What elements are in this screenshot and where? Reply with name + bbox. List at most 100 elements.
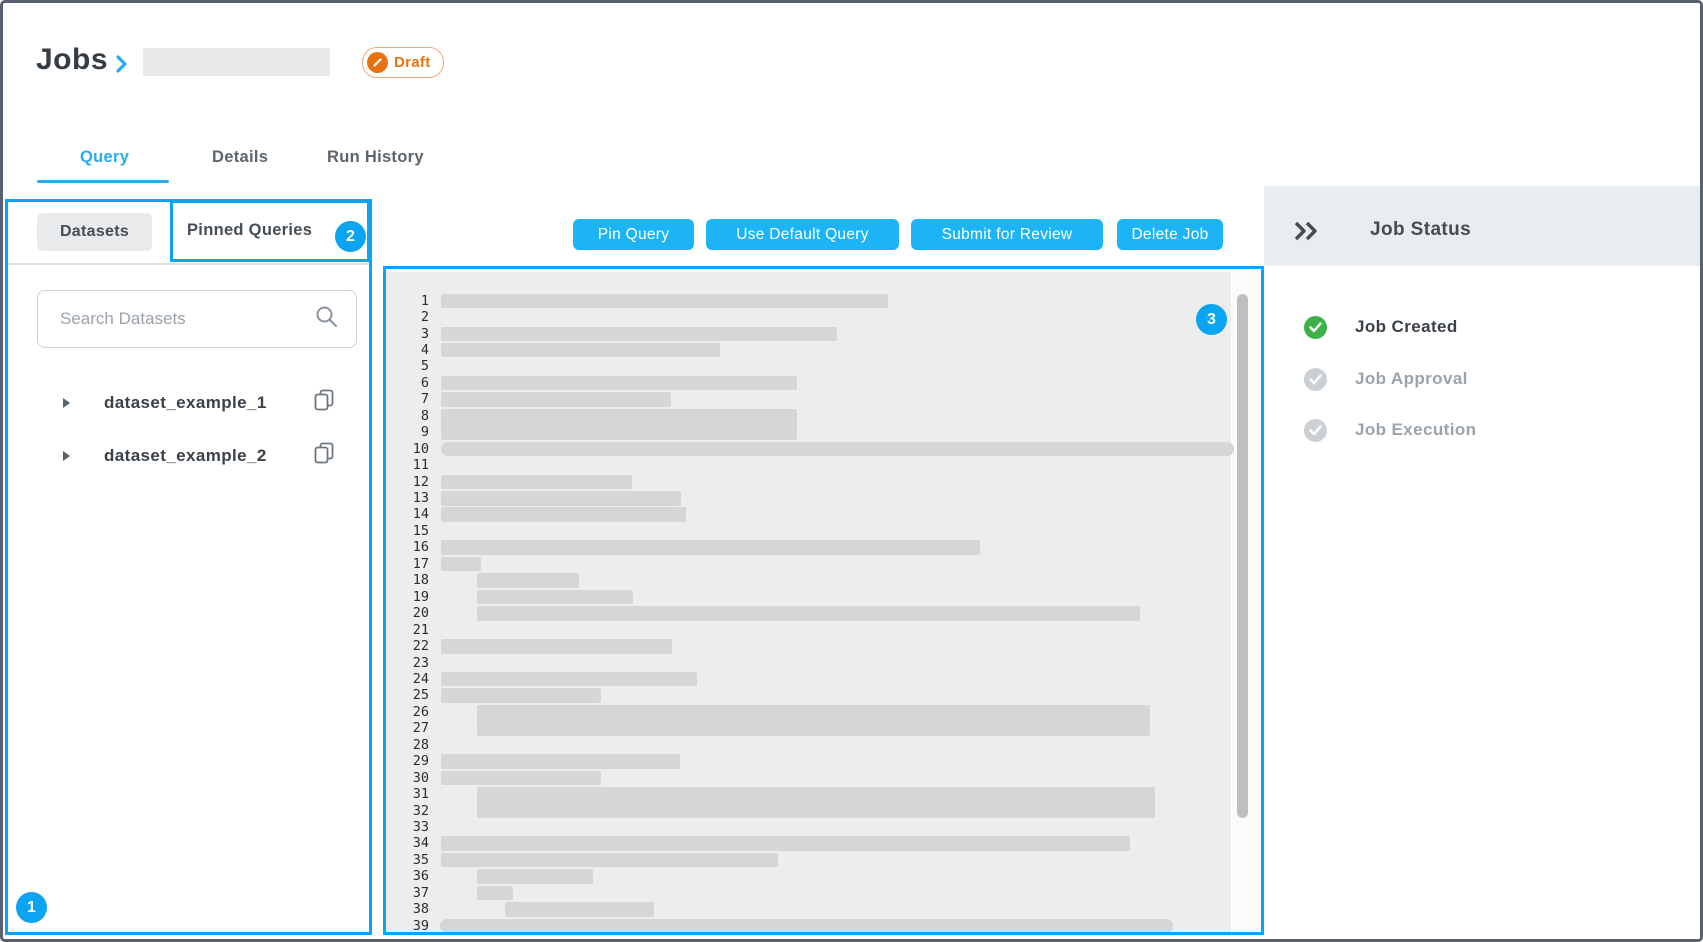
line-number: 39 [385,918,429,934]
code-line: 19 [385,589,1256,606]
panel-tab-divider [8,263,370,265]
tab-datasets[interactable]: Datasets [37,213,152,251]
query-editor[interactable]: 1234567891011121314151617181920212223242… [385,272,1256,936]
code-line: 35 [385,852,1256,869]
breadcrumb-chevron-icon [114,54,129,79]
check-circle-complete-icon [1304,316,1327,339]
copy-icon[interactable] [314,442,335,470]
line-number: 28 [385,737,429,753]
dataset-name[interactable]: dataset_example_1 [104,393,267,413]
line-number: 13 [385,490,429,506]
dataset-row: dataset_example_1 [37,389,357,417]
line-number: 14 [385,506,429,522]
code-line: 18 [385,572,1256,589]
redacted-code-bar [441,754,680,769]
code-line: 15 [385,523,1256,540]
redacted-code-bar [441,294,888,309]
redacted-code-bar [441,853,778,868]
submit-for-review-button[interactable]: Submit for Review [911,219,1103,250]
active-tab-underline [37,180,169,183]
jobs-page: Jobs Draft Request approval for reruns Q… [0,0,1703,942]
job-status-header: Job Status [1264,186,1700,266]
code-line: 8 [385,408,1256,425]
job-status-step: Job Execution [1304,418,1476,442]
code-line: 22 [385,638,1256,655]
line-number: 12 [385,474,429,490]
job-status-step-label: Job Created [1355,317,1458,337]
line-number: 30 [385,770,429,786]
line-number: 10 [385,441,429,457]
code-line: 13 [385,490,1256,507]
line-number: 7 [385,391,429,407]
redacted-code-bar [505,902,654,917]
job-status-sidebar: Job Status Job Created Job Approval Job Ex… [1264,3,1700,939]
code-line: 37 [385,885,1256,902]
redacted-code-bar [440,919,1173,934]
line-number: 29 [385,753,429,769]
dataset-search [37,290,357,348]
redacted-code-bar [441,771,601,786]
line-number: 9 [385,424,429,440]
code-line: 25 [385,687,1256,704]
check-circle-pending-icon [1304,419,1327,442]
code-line: 29 [385,753,1256,770]
code-line: 6 [385,375,1256,392]
code-line: 24 [385,671,1256,688]
redacted-code-bar [477,886,513,901]
line-number: 15 [385,523,429,539]
code-line: 36 [385,868,1256,885]
dataset-name[interactable]: dataset_example_2 [104,446,267,466]
dataset-row: dataset_example_2 [37,442,357,470]
job-status-step: Job Approval [1304,367,1468,391]
tab-run-history[interactable]: Run History [327,148,424,167]
job-status-step-label: Job Approval [1355,369,1468,389]
code-line: 31 [385,786,1256,803]
code-line: 21 [385,622,1256,639]
redacted-code-bar [441,688,601,703]
redacted-code-bar [477,590,633,605]
line-number: 17 [385,556,429,572]
delete-job-button[interactable]: Delete Job [1117,219,1223,250]
copy-icon[interactable] [314,389,335,417]
pin-query-button[interactable]: Pin Query [573,219,694,250]
line-number: 27 [385,720,429,736]
job-status-step-label: Job Execution [1355,420,1476,440]
line-number: 32 [385,803,429,819]
line-number: 3 [385,326,429,342]
use-default-query-button[interactable]: Use Default Query [706,219,899,250]
code-line: 3 [385,326,1256,343]
line-number: 31 [385,786,429,802]
line-number: 11 [385,457,429,473]
line-number: 33 [385,819,429,835]
code-line: 16 [385,539,1256,556]
search-icon [315,305,338,333]
code-line: 4 [385,342,1256,359]
code-line: 30 [385,770,1256,787]
redacted-code-bar [477,606,1140,621]
redacted-code-bar [477,573,579,588]
code-line: 23 [385,655,1256,672]
redacted-code-bar [441,392,671,407]
tab-details[interactable]: Details [212,148,268,167]
code-line: 20 [385,605,1256,622]
code-line: 26 [385,704,1256,721]
pencil-icon [367,52,388,73]
line-number: 34 [385,835,429,851]
search-input[interactable] [58,308,315,330]
status-badge-label: Draft [394,54,431,71]
annotation-callout-2: 2 [335,221,366,252]
line-number: 22 [385,638,429,654]
code-line: 17 [385,556,1256,573]
line-number: 24 [385,671,429,687]
code-line: 28 [385,737,1256,754]
tab-query[interactable]: Query [80,148,129,167]
code-line: 39 [385,918,1256,935]
line-number: 16 [385,539,429,555]
collapse-sidebar-icon[interactable] [1292,220,1322,247]
expand-caret-icon[interactable] [63,451,70,461]
tab-pinned-queries[interactable]: Pinned Queries [187,221,312,240]
code-line: 27 [385,720,1256,737]
expand-caret-icon[interactable] [63,398,70,408]
code-line: 32 [385,803,1256,820]
code-line: 10 [385,441,1256,458]
